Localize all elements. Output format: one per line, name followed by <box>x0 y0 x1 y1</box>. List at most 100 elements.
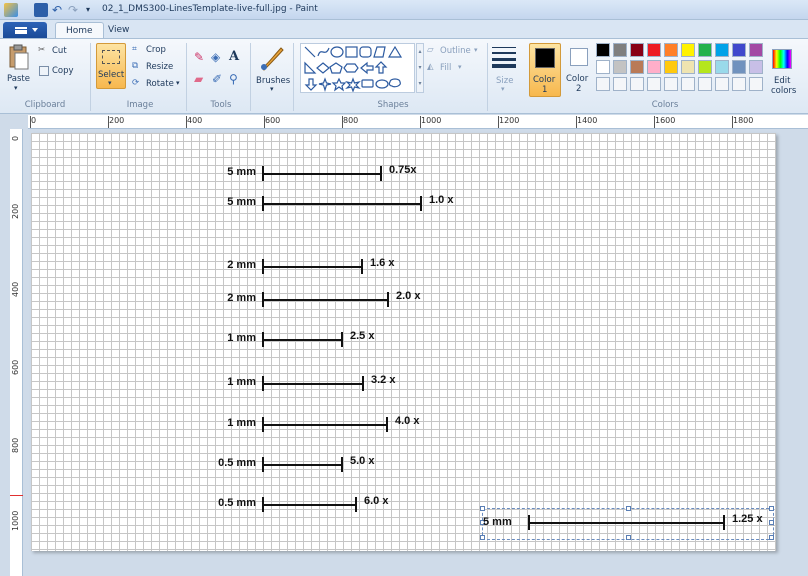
rotate-icon[interactable]: ⟳ <box>132 78 139 88</box>
drawing-canvas[interactable]: 5 mm 0.75x 5 mm 1.0 x 2 mm 1.6 x 2 mm 2.0 x 1 mm… <box>31 133 776 551</box>
magnification-label: 1.25 x <box>732 513 763 525</box>
ruler-tick-label: 800 <box>11 437 20 453</box>
palette-color-swatch[interactable] <box>647 60 661 74</box>
edit-colors-button-line2[interactable]: colors <box>771 86 796 96</box>
eraser-icon[interactable]: ▰ <box>194 72 203 86</box>
palette-custom-swatch[interactable] <box>715 77 729 91</box>
fill-dropdown-icon[interactable]: ▾ <box>458 63 462 71</box>
customize-quick-access-icon[interactable]: ▾ <box>86 3 100 17</box>
palette-color-swatch[interactable] <box>630 60 644 74</box>
crop-button[interactable]: Crop <box>146 45 166 55</box>
palette-custom-swatch[interactable] <box>630 77 644 91</box>
selection-resize-handle[interactable] <box>769 506 774 511</box>
fill-button[interactable]: Fill <box>440 63 451 73</box>
palette-color-swatch[interactable] <box>715 60 729 74</box>
brushes-dropdown-icon[interactable]: ▾ <box>270 85 274 93</box>
redo-icon[interactable]: ↷ <box>68 3 82 17</box>
edit-colors-button[interactable]: Edit <box>774 76 790 86</box>
palette-custom-swatch[interactable] <box>647 77 661 91</box>
rotate-dropdown-icon[interactable]: ▾ <box>176 79 180 87</box>
outline-button[interactable]: Outline <box>440 46 471 56</box>
tab-home[interactable]: Home <box>55 22 104 39</box>
selection-resize-handle[interactable] <box>769 535 774 540</box>
cut-button[interactable]: Cut <box>52 46 67 56</box>
palette-custom-swatch[interactable] <box>681 77 695 91</box>
text-icon[interactable]: A <box>229 49 239 64</box>
ruler-tick-label: 200 <box>109 116 125 125</box>
rotate-button[interactable]: Rotate <box>146 79 174 89</box>
paint-menu-button[interactable] <box>3 22 47 38</box>
paste-dropdown-icon[interactable]: ▾ <box>14 84 18 92</box>
ruler-tick-label: 1000 <box>421 116 442 125</box>
color1-button[interactable]: Color 1 <box>529 43 561 97</box>
palette-color-swatch[interactable] <box>596 60 610 74</box>
palette-color-swatch[interactable] <box>749 60 763 74</box>
pencil-icon[interactable]: ✎ <box>194 50 204 64</box>
tab-view[interactable]: View <box>98 22 139 39</box>
color-picker-icon[interactable]: ✐ <box>212 72 222 86</box>
copy-icon[interactable] <box>39 66 49 76</box>
line-width-label: 2 mm <box>227 292 256 304</box>
palette-custom-swatch[interactable] <box>613 77 627 91</box>
ruler-tick-label: 1000 <box>11 510 20 531</box>
palette-color-swatch[interactable] <box>664 43 678 57</box>
select-button[interactable]: Select ▾ <box>96 43 126 89</box>
palette-color-swatch[interactable] <box>630 43 644 57</box>
color2-label[interactable]: Color <box>566 74 588 84</box>
shapes-scroll[interactable]: ▴ ▾ ▾ <box>416 43 424 93</box>
color2-swatch[interactable] <box>570 48 588 66</box>
palette-color-swatch[interactable] <box>732 60 746 74</box>
cut-icon[interactable]: ✂ <box>38 45 45 55</box>
fill-bucket-icon[interactable]: ◈ <box>211 50 220 64</box>
save-icon[interactable] <box>34 3 48 17</box>
palette-color-swatch[interactable] <box>698 60 712 74</box>
crop-icon[interactable]: ⌗ <box>132 44 137 54</box>
shapes-gallery[interactable] <box>300 43 415 93</box>
palette-color-swatch[interactable] <box>664 60 678 74</box>
paste-icon[interactable] <box>8 43 30 71</box>
ruler-tick <box>576 116 577 128</box>
palette-custom-swatch[interactable] <box>749 77 763 91</box>
selection-resize-handle[interactable] <box>626 535 631 540</box>
ribbon-tabs: Home View <box>0 20 808 39</box>
outline-dropdown-icon[interactable]: ▾ <box>474 46 478 54</box>
selection-box[interactable] <box>480 506 774 540</box>
color1-swatch <box>535 48 555 68</box>
palette-color-swatch[interactable] <box>732 43 746 57</box>
palette-color-swatch[interactable] <box>681 43 695 57</box>
resize-icon[interactable]: ⧉ <box>132 61 138 71</box>
palette-color-swatch[interactable] <box>681 60 695 74</box>
selection-resize-handle[interactable] <box>769 520 774 525</box>
shapes-group-label: Shapes <box>377 100 409 110</box>
size-dropdown-icon[interactable]: ▾ <box>501 85 505 93</box>
palette-custom-swatch[interactable] <box>698 77 712 91</box>
selection-resize-handle[interactable] <box>480 506 485 511</box>
undo-icon[interactable]: ↶ <box>52 3 66 17</box>
palette-custom-swatch[interactable] <box>664 77 678 91</box>
line-end-tick <box>341 332 343 347</box>
magnification-label: 3.2 x <box>371 374 396 386</box>
resize-button[interactable]: Resize <box>146 62 173 72</box>
paint-app-icon[interactable] <box>4 3 18 17</box>
fill-icon[interactable]: ◭ <box>427 62 434 72</box>
paste-label[interactable]: Paste <box>7 74 30 84</box>
brushes-icon[interactable] <box>259 45 285 71</box>
palette-color-swatch[interactable] <box>613 60 627 74</box>
selection-resize-handle[interactable] <box>480 535 485 540</box>
palette-color-swatch[interactable] <box>647 43 661 57</box>
edit-colors-icon[interactable] <box>772 49 792 69</box>
outline-icon[interactable]: ▱ <box>427 45 434 55</box>
palette-color-swatch[interactable] <box>596 43 610 57</box>
palette-color-swatch[interactable] <box>715 43 729 57</box>
palette-custom-swatch[interactable] <box>596 77 610 91</box>
palette-custom-swatch[interactable] <box>732 77 746 91</box>
selection-resize-handle[interactable] <box>626 506 631 511</box>
color2-number[interactable]: 2 <box>576 84 581 94</box>
size-icon[interactable] <box>492 47 516 68</box>
copy-button[interactable]: Copy <box>52 66 74 76</box>
magnifier-icon[interactable]: ⚲ <box>229 72 238 86</box>
palette-color-swatch[interactable] <box>749 43 763 57</box>
palette-color-swatch[interactable] <box>698 43 712 57</box>
line-end-tick <box>723 515 725 530</box>
palette-color-swatch[interactable] <box>613 43 627 57</box>
